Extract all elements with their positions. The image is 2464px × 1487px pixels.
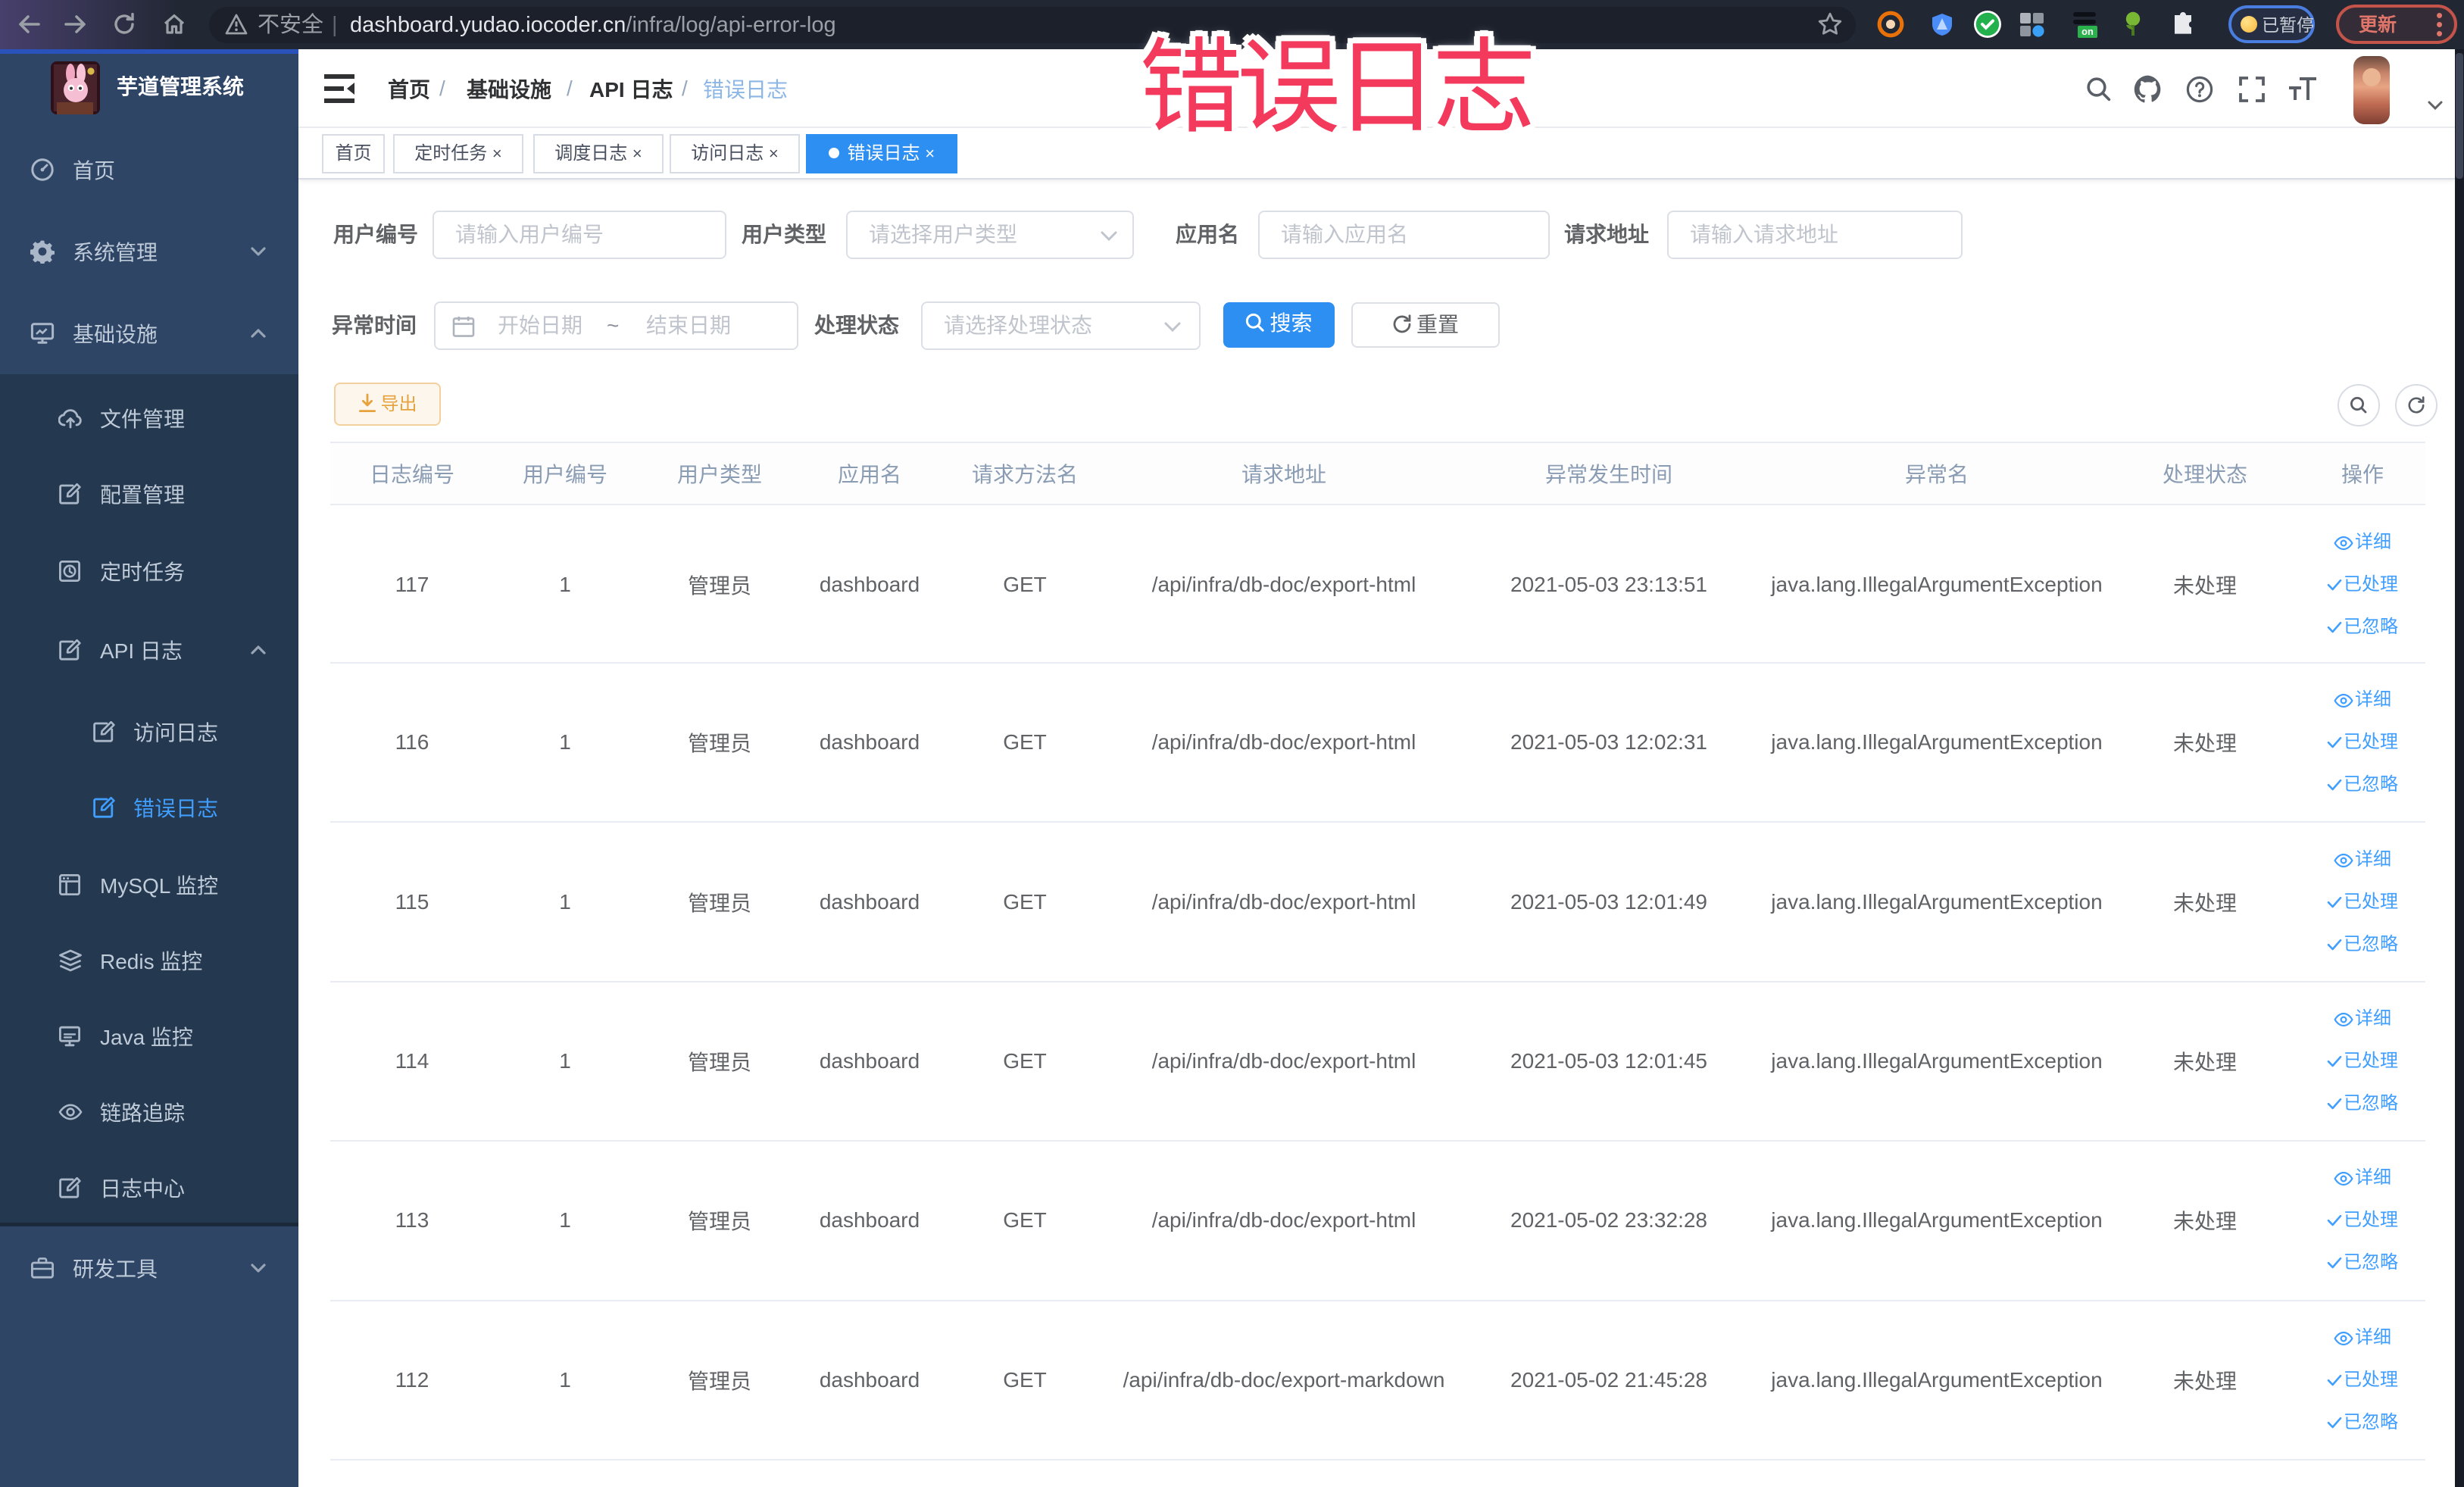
svg-text:on: on — [2081, 26, 2094, 37]
